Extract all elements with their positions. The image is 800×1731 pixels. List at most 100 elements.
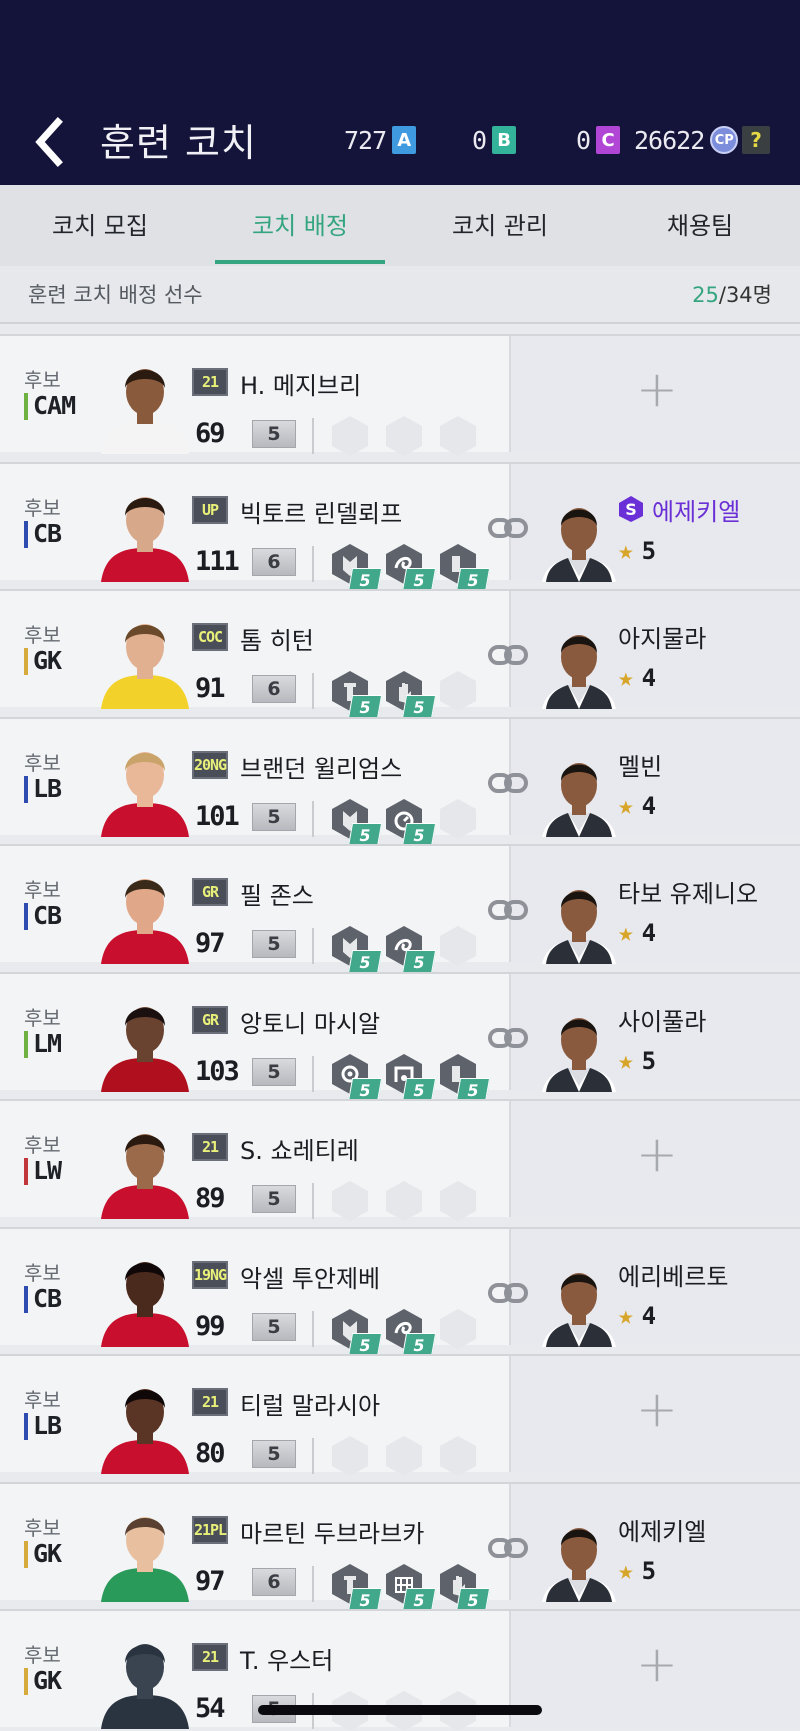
coupon-a-icon: A [392,126,417,154]
tab-coach-manage[interactable]: 코치 관리 [400,185,600,266]
coach-name: 에제키엘 [618,1512,706,1547]
player-ovr: 89 [195,1183,225,1214]
player-photo [95,992,195,1092]
divider [312,673,314,709]
training-skill-slot[interactable]: 5 [330,1307,383,1357]
training-skill-slot[interactable]: 5 [330,924,383,974]
player-row[interactable]: 후보 CB UP 빅토르 린델뢰프 111 6 5 5 5 S 에제키엘 ★ 5 [0,461,800,592]
player-name: 악셀 투안제베 [240,1264,381,1293]
link-icon [488,1026,528,1050]
training-skill-slot[interactable]: 5 [330,797,383,847]
tab-coach-assign[interactable]: 코치 배정 [200,185,400,266]
training-skill-slot[interactable]: 5 [330,1562,383,1612]
training-skill-slot[interactable]: 5 [330,669,383,719]
player-name: T. 우스터 [240,1647,334,1675]
coach-stars: 5 [641,1046,657,1075]
skill-level: 5 [401,1587,437,1612]
coach-rating: ★ 5 [618,536,656,566]
empty-skill-slot [330,1434,370,1478]
empty-hexagon-icon [386,416,422,456]
player-photo [95,482,195,582]
player-photo [95,737,195,837]
coach-name: 타보 유제니오 [618,874,758,909]
training-skill-slot[interactable]: 5 [330,1052,383,1102]
divider [312,1310,314,1347]
player-row[interactable]: 후보 CB GR 필 존스 97 5 5 5 타보 유제니오 ★ 4 [0,844,800,974]
coach-rating: ★ 4 [618,663,656,693]
player-role: 후보 [24,1515,61,1540]
season-badge: 19NG [192,1260,228,1289]
player-row[interactable]: 후보 GK 21PL 마르틴 두브라브카 97 6 5 5 5 에제키엘 ★ 5 [0,1481,800,1612]
player-role: 후보 [24,1005,61,1030]
coach-name: 아지물라 [618,619,706,654]
player-ovr: 97 [195,1565,225,1597]
assignment-summary: 훈련 코치 배정 선수 25/34명 [0,266,800,324]
assigned-number: 25 [692,283,719,307]
player-row[interactable]: 후보 CB 19NG 악셀 투안제베 99 5 5 5 에리베르토 ★ 4 [0,1226,800,1357]
skill-level: 5 [401,567,437,592]
add-coach-button[interactable]: + [636,1380,678,1438]
empty-skill-slot [384,1179,424,1223]
coach-stars: 5 [641,1556,657,1585]
player-role: 후보 [24,1133,61,1157]
coach-photo [540,1002,618,1092]
player-row[interactable]: 후보 LW 21 S. 쇼레티레 89 5 + [0,1099,800,1221]
coach-stars: 4 [641,664,657,692]
help-button[interactable]: ? [742,126,770,154]
training-skill-slot[interactable]: 5 [384,924,437,974]
training-skill-slot[interactable]: 5 [384,1307,437,1357]
home-indicator[interactable] [258,1705,542,1715]
skill-level: 5 [401,1077,437,1102]
player-list[interactable]: 후보 CAM 21 H. 메지브리 69 5 + 후보 CB UP 빅토르 린델… [0,324,800,1731]
training-skill-slot[interactable]: 5 [438,1562,491,1612]
star-icon: ★ [618,535,634,566]
enhance-grade: 6 [252,547,296,576]
enhance-grade: 5 [252,930,296,958]
skill-level: 5 [401,950,437,974]
training-skill-slot[interactable]: 5 [384,542,437,592]
player-name: 톰 히턴 [240,627,314,655]
player-row[interactable]: 후보 LM GR 앙토니 마시알 103 5 5 5 5 사이풀라 ★ 5 [0,971,800,1102]
coach-photo [540,619,618,709]
enhance-grade: 5 [252,802,296,831]
coach-rating: ★ 4 [618,918,656,948]
season-badge: UP [192,495,228,524]
add-coach-button[interactable]: + [636,360,678,418]
currency-a-value: 727 [344,125,387,155]
training-skill-slot[interactable]: 5 [384,1052,437,1102]
coach-photo [540,1257,618,1347]
empty-skill-slot [330,414,370,458]
player-ovr: 99 [195,1310,225,1342]
tab-hiring-team[interactable]: 채용팀 [600,185,800,266]
training-skill-slot[interactable]: 5 [384,1562,437,1612]
player-row[interactable]: 후보 LB 21 티럴 말라시아 80 5 + [0,1354,800,1476]
player-role: 후보 [24,878,61,902]
empty-skill-slot [438,797,478,841]
coach-rating: ★ 4 [618,791,656,821]
empty-skill-slot [384,414,424,458]
star-icon: ★ [618,663,634,693]
player-ovr: 103 [195,1055,240,1087]
summary-label: 훈련 코치 배정 선수 [28,283,203,307]
player-row[interactable]: 후보 CAM 21 H. 메지브리 69 5 + [0,334,800,456]
player-photo [95,1119,195,1219]
add-coach-button[interactable]: + [636,1635,678,1693]
coach-name-text: 에제키엘 [618,1517,707,1546]
season-badge: 21 [192,1388,228,1416]
player-row[interactable]: 후보 GK COC 톰 히턴 91 6 5 5 아지물라 ★ 4 [0,589,800,719]
back-button[interactable] [28,112,78,172]
player-row[interactable]: 후보 LB 20NG 브랜던 윌리엄스 101 5 5 5 멜빈 ★ 4 [0,716,800,847]
add-coach-button[interactable]: + [636,1125,678,1183]
currency-c-value: 0 [576,125,591,155]
tab-coach-recruit[interactable]: 코치 모집 [0,185,200,266]
training-skill-slot[interactable]: 5 [438,542,491,592]
skill-level: 5 [455,1077,491,1102]
player-role: 후보 [24,623,61,647]
training-skill-slot[interactable]: 5 [438,1052,491,1102]
link-icon [488,1536,528,1560]
training-skill-slot[interactable]: 5 [384,669,437,719]
training-skill-slot[interactable]: 5 [384,797,437,847]
training-skill-slot[interactable]: 5 [330,542,383,592]
empty-skill-slot [438,924,478,968]
player-role: 후보 [24,1643,61,1667]
